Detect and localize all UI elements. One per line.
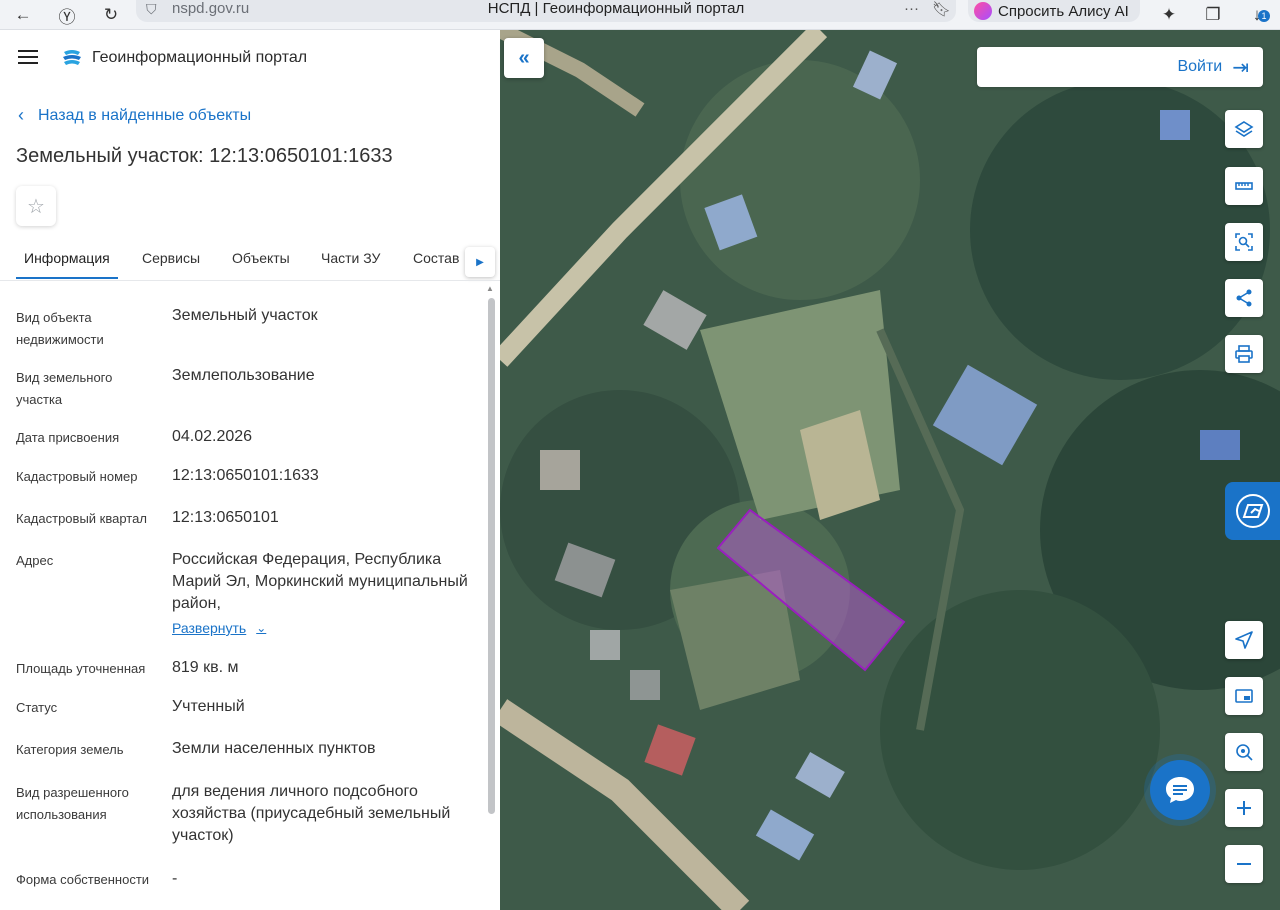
- ruler-icon: [1235, 182, 1253, 190]
- tabs-scroll-right-button[interactable]: ▶: [465, 247, 495, 277]
- attr-label: Статус: [16, 700, 58, 715]
- caret-right-icon: ▶: [476, 256, 484, 268]
- attr-label: Кадастровый квартал: [16, 511, 147, 526]
- chat-bubble-icon: [1166, 777, 1194, 803]
- map-search-button[interactable]: [1225, 733, 1263, 771]
- alice-label: Спросить Алису AI: [998, 2, 1129, 20]
- attr-label: Площадь уточненная: [16, 661, 146, 676]
- more-icon[interactable]: ···: [904, 0, 919, 17]
- side-panel-tab[interactable]: [1225, 482, 1280, 540]
- navigation-arrow-icon: [1235, 631, 1253, 649]
- shield-icon: ⛉: [146, 1, 157, 17]
- scrollbar-thumb[interactable]: [488, 298, 495, 814]
- printer-icon: [1235, 345, 1253, 363]
- yandex-icon[interactable]: Ⓨ: [56, 4, 78, 27]
- attr-label: Вид земельного участка: [16, 370, 113, 407]
- address-bar[interactable]: ⛉ nspd.gov.ru НСПД | Геоинформационный п…: [136, 0, 956, 22]
- bookmark-icon[interactable]: 🔖︎: [932, 0, 951, 18]
- attr-value: Землепользование: [172, 367, 315, 384]
- attr-label: Кадастровый номер: [16, 469, 138, 484]
- chevron-left-icon: ‹: [18, 105, 24, 125]
- portal-emblem-icon: [1235, 494, 1270, 528]
- info-panel: Геоинформационный портал ‹ Назад в найде…: [0, 30, 500, 910]
- attr-label: Категория земель: [16, 742, 124, 757]
- area-search-button[interactable]: [1225, 223, 1263, 261]
- collections-icon[interactable]: ❐: [1202, 4, 1224, 26]
- attr-value: 819 кв. м: [172, 659, 239, 676]
- share-icon: [1236, 289, 1252, 307]
- menu-icon[interactable]: [18, 50, 38, 66]
- page-tab-title: НСПД | Геоинформационный портал: [487, 0, 745, 17]
- minus-icon: [1237, 863, 1251, 865]
- plus-icon: [1237, 801, 1251, 815]
- attr-value: 12:13:0650101: [172, 509, 279, 526]
- login-label: Войти: [1177, 58, 1223, 75]
- active-tab-indicator: [16, 277, 118, 279]
- ruler-button[interactable]: [1225, 167, 1263, 205]
- minimap-button[interactable]: [1225, 677, 1263, 715]
- expand-address-link[interactable]: Развернуть ⌄: [172, 620, 266, 636]
- chevron-down-icon: ⌄: [256, 621, 267, 635]
- zoom-out-button[interactable]: [1225, 845, 1263, 883]
- scroll-up-icon[interactable]: ▲: [486, 284, 494, 293]
- portal-title: Геоинформационный портал: [92, 49, 308, 66]
- attr-value: Земельный участок: [172, 307, 318, 324]
- alice-button[interactable]: Спросить Алису AI: [968, 0, 1140, 22]
- chat-button[interactable]: [1150, 760, 1210, 820]
- browser-toolbar: ← Ⓨ ↻ ⛉ nspd.gov.ru НСПД | Геоинформацио…: [0, 0, 1280, 30]
- star-icon: ☆: [27, 195, 45, 218]
- collapse-panel-button[interactable]: «: [504, 38, 544, 78]
- login-button[interactable]: Войти ⇥: [977, 47, 1263, 87]
- location-search-icon: [1236, 744, 1253, 761]
- tab-parcel-parts[interactable]: Части ЗУ: [321, 250, 380, 266]
- back-link-label: Назад в найденные объекты: [38, 106, 252, 124]
- attr-label: Дата присвоения: [16, 430, 120, 445]
- back-arrow-icon[interactable]: ←: [12, 4, 34, 26]
- share-button[interactable]: [1225, 279, 1263, 317]
- expand-label: Развернуть: [172, 620, 247, 636]
- zoom-in-button[interactable]: [1225, 789, 1263, 827]
- object-title: Земельный участок: 12:13:0650101:1633: [16, 145, 393, 167]
- attr-label: Адрес: [16, 553, 54, 568]
- tab-services[interactable]: Сервисы: [142, 250, 200, 266]
- alice-icon: [974, 2, 992, 20]
- back-to-results-link[interactable]: ‹ Назад в найденные объекты: [18, 105, 251, 126]
- attr-label: Вид объекта недвижимости: [16, 310, 104, 347]
- portal-logo-icon: [63, 50, 81, 65]
- double-chevron-left-icon: «: [518, 46, 530, 69]
- extensions-icon[interactable]: ✦: [1158, 4, 1180, 26]
- url-text: nspd.gov.ru: [172, 0, 250, 17]
- layers-icon: [1234, 121, 1254, 137]
- area-search-icon: [1235, 233, 1253, 251]
- attr-value: -: [172, 870, 178, 887]
- tab-bar: Информация Сервисы Объекты Части ЗУ Сост…: [16, 240, 466, 280]
- reload-icon[interactable]: ↻: [100, 4, 122, 26]
- tab-composition[interactable]: Состав: [413, 250, 459, 266]
- attr-value: Учтенный: [172, 698, 245, 715]
- attr-label: Вид разрешенного использования: [16, 785, 129, 822]
- picture-in-picture-icon: [1235, 689, 1253, 703]
- attr-value-address: Российская Федерация, Республика Марий Э…: [172, 551, 468, 612]
- tab-objects[interactable]: Объекты: [232, 250, 290, 266]
- attr-value: 12:13:0650101:1633: [172, 467, 319, 484]
- attr-label: Форма собственности: [16, 872, 150, 887]
- download-badge: 1: [1258, 10, 1270, 22]
- attr-value: 04.02.2026: [172, 428, 253, 445]
- attr-value: Земли населенных пунктов: [172, 740, 376, 757]
- login-icon: ⇥: [1232, 56, 1249, 79]
- locate-me-button[interactable]: [1225, 621, 1263, 659]
- tab-information[interactable]: Информация: [24, 250, 110, 266]
- print-button[interactable]: [1225, 335, 1263, 373]
- divider: [0, 280, 500, 281]
- attr-value: для ведения личного подсобного хозяйства…: [172, 783, 451, 844]
- layers-button[interactable]: [1225, 110, 1263, 148]
- favorite-button[interactable]: ☆: [16, 186, 56, 226]
